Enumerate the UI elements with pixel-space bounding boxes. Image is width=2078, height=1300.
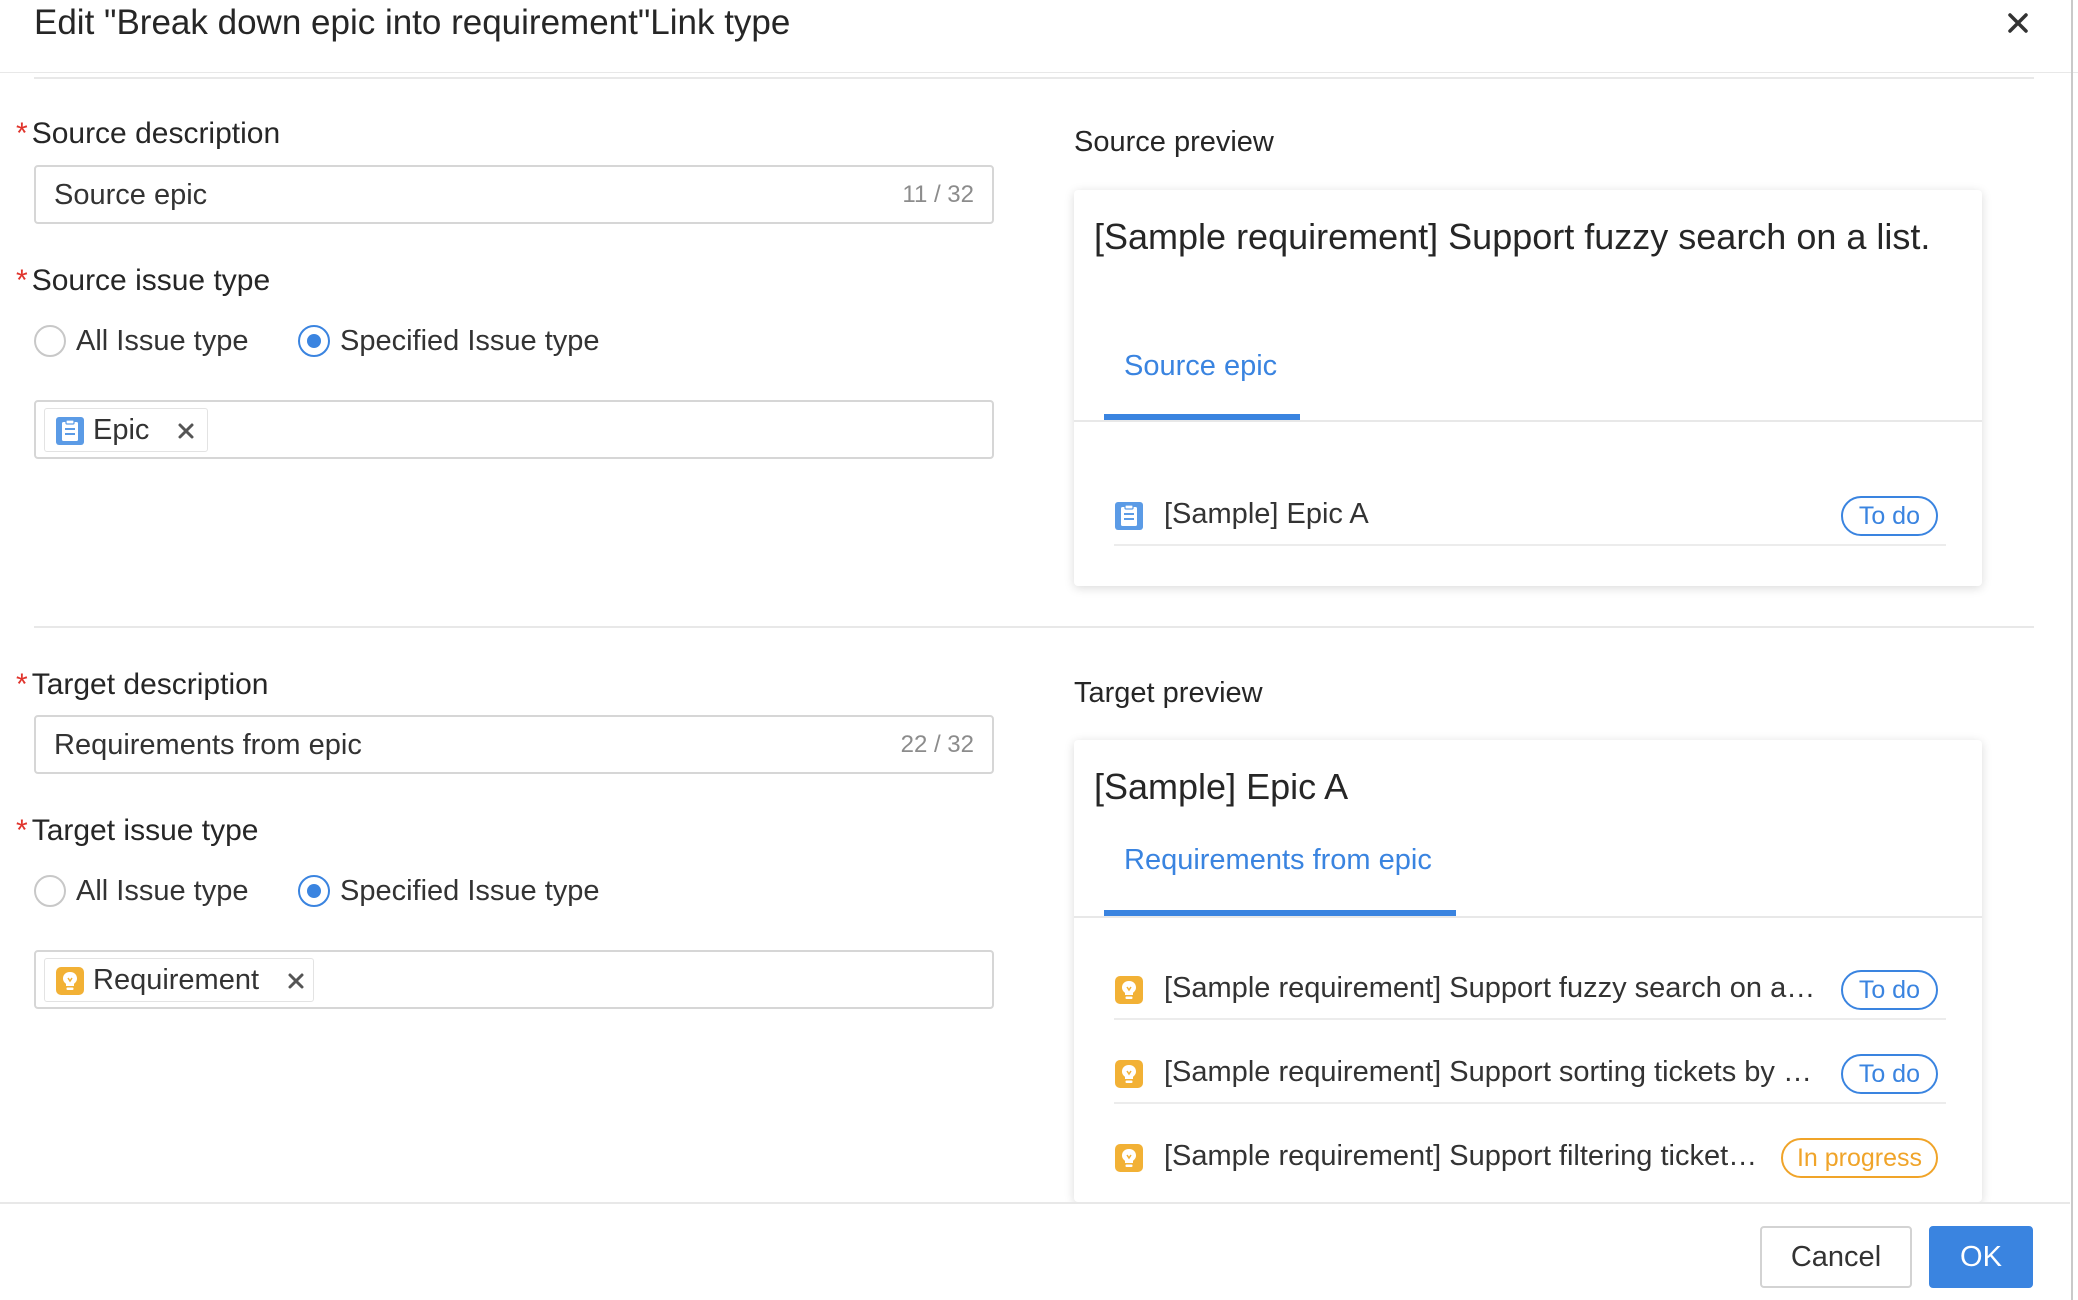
target-preview-title: [Sample] Epic A [1094,766,1349,807]
selected-tag-epic: Epic [44,408,208,452]
scrollbar-edge [2071,0,2073,1300]
header-divider [34,77,2034,79]
required-mark: * [16,264,28,297]
source-preview-label: Source preview [1074,126,1274,158]
section-divider [34,626,2034,628]
remove-tag-icon[interactable] [285,970,307,992]
list-item-title: [Sample requirement] Support fuzzy searc… [1164,972,1816,1004]
status-badge: To do [1840,1054,1938,1094]
requirement-icon [1115,976,1143,1004]
source-description-char-count: 11 / 32 [902,181,974,208]
target-description-char-count: 22 / 32 [900,731,974,758]
selected-tag-requirement: Requirement [44,958,314,1002]
source-preview-title: [Sample requirement] Support fuzzy searc… [1094,216,1931,257]
requirement-icon [1115,1060,1143,1088]
source-issue-type-select[interactable]: Epic [34,400,994,459]
requirement-icon [1115,1144,1143,1172]
status-badge: To do [1840,970,1938,1010]
requirement-icon [56,967,84,995]
list-item-divider [1114,1102,1946,1104]
target-description-input[interactable]: Requirements from epic 22 / 32 [34,715,994,774]
radio-circle [34,325,66,357]
target-issue-type-label: * Target issue type [16,814,259,847]
required-mark: * [16,117,28,150]
list-item-title: [Sample requirement] Support filtering t… [1164,1140,1758,1172]
required-mark: * [16,668,28,701]
required-mark: * [16,814,28,847]
target-description-label: * Target description [16,668,269,701]
epic-icon [56,417,84,445]
edit-link-type-dialog: Edit "Break down epic into requirement"L… [0,0,2078,1300]
list-item[interactable]: [Sample requirement] Support fuzzy searc… [1114,958,1946,1020]
tab-divider [1074,916,1982,918]
source-preview-tab[interactable]: Source epic [1124,348,1277,384]
source-description-label: * Source description [16,117,281,150]
dialog-header: Edit "Break down epic into requirement"L… [0,0,2078,73]
radio-circle [298,325,330,357]
dialog-title: Edit "Break down epic into requirement"L… [34,3,791,42]
close-icon [2008,13,2028,33]
remove-tag-icon[interactable] [175,420,197,442]
close-button[interactable] [1995,0,2041,46]
list-item[interactable]: [Sample requirement] Support filtering t… [1114,1126,1946,1188]
epic-icon [1115,502,1143,530]
list-item[interactable]: [Sample requirement] Support sorting tic… [1114,1042,1946,1104]
target-preview-tab[interactable]: Requirements from epic [1124,842,1432,878]
source-issue-type-label: * Source issue type [16,264,271,297]
target-preview-card: [Sample] Epic A Requirements from epic [… [1074,740,1982,1202]
list-item-divider [1114,1018,1946,1020]
source-description-input[interactable]: Source epic 11 / 32 [34,165,994,224]
source-description-value: Source epic [54,179,208,211]
radio-circle [34,875,66,907]
target-issue-type-select[interactable]: Requirement [34,950,994,1009]
list-item-title: [Sample] Epic A [1164,498,1369,530]
tab-divider [1074,420,1982,422]
radio-circle [298,875,330,907]
status-badge: To do [1840,496,1938,536]
ok-button[interactable]: OK [1929,1226,2033,1288]
list-item-title: [Sample requirement] Support sorting tic… [1164,1056,1812,1088]
cancel-button[interactable]: Cancel [1760,1226,1912,1288]
list-item[interactable]: [Sample] Epic A To do [1114,484,1946,546]
target-description-value: Requirements from epic [54,729,362,761]
target-preview-label: Target preview [1074,677,1263,709]
dialog-footer: Cancel OK [0,1202,2070,1300]
list-item-divider [1114,544,1946,546]
status-badge: In progress [1780,1138,1938,1178]
source-preview-card: [Sample requirement] Support fuzzy searc… [1074,190,1982,586]
